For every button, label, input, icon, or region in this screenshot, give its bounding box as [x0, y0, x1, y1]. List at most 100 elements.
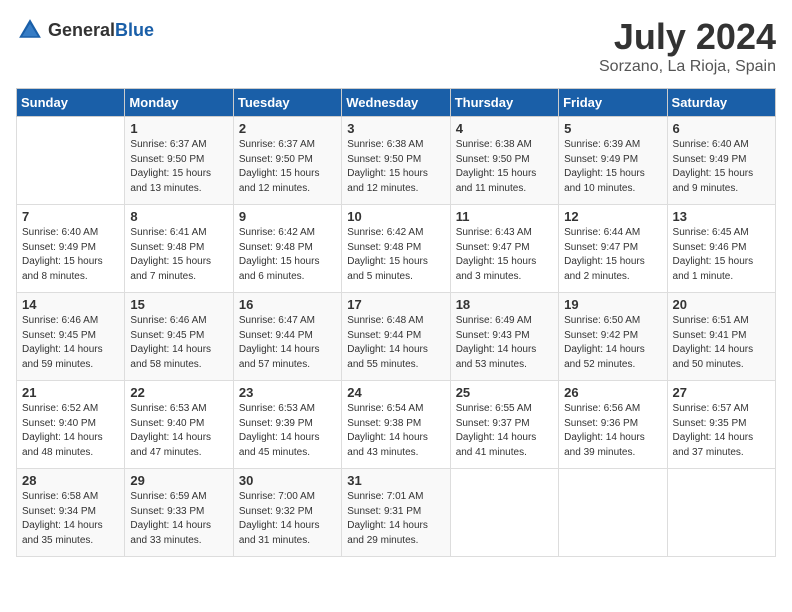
day-info: Sunrise: 6:56 AM Sunset: 9:36 PM Dayligh…	[564, 402, 661, 460]
calendar-cell	[559, 469, 667, 557]
logo-text-general: General	[48, 20, 115, 40]
day-info: Sunrise: 6:53 AM Sunset: 9:39 PM Dayligh…	[239, 402, 336, 460]
day-number: 11	[456, 209, 553, 224]
day-info: Sunrise: 6:41 AM Sunset: 9:48 PM Dayligh…	[130, 226, 227, 284]
day-info: Sunrise: 6:55 AM Sunset: 9:37 PM Dayligh…	[456, 402, 553, 460]
day-info: Sunrise: 6:52 AM Sunset: 9:40 PM Dayligh…	[22, 402, 119, 460]
calendar-cell	[450, 469, 558, 557]
day-info: Sunrise: 6:42 AM Sunset: 9:48 PM Dayligh…	[347, 226, 444, 284]
day-info: Sunrise: 6:50 AM Sunset: 9:42 PM Dayligh…	[564, 314, 661, 372]
day-number: 14	[22, 297, 119, 312]
calendar-cell: 14Sunrise: 6:46 AM Sunset: 9:45 PM Dayli…	[17, 293, 125, 381]
calendar-cell: 7 Sunrise: 6:40 AM Sunset: 9:49 PM Daylig…	[17, 205, 125, 293]
day-number: 2	[239, 121, 336, 136]
calendar-table: SundayMondayTuesdayWednesdayThursdayFrid…	[16, 88, 776, 557]
logo-icon	[16, 16, 44, 44]
day-info: Sunrise: 6:40 AM Sunset: 9:49 PM Dayligh…	[22, 226, 119, 284]
calendar-cell: 18 Sunrise: 6:49 AM Sunset: 9:43 PM Dayli…	[450, 293, 558, 381]
day-number: 23	[239, 385, 336, 400]
calendar-cell: 23 Sunrise: 6:53 AM Sunset: 9:39 PM Dayli…	[233, 381, 341, 469]
calendar-cell: 8Sunrise: 6:41 AM Sunset: 9:48 PM Daylig…	[125, 205, 233, 293]
day-info: Sunrise: 6:40 AM Sunset: 9:49 PM Dayligh…	[673, 138, 770, 196]
day-info: Sunrise: 6:37 AM Sunset: 9:50 PM Dayligh…	[239, 138, 336, 196]
calendar-cell	[667, 469, 775, 557]
day-number: 6	[673, 121, 770, 136]
day-header-monday: Monday	[125, 89, 233, 117]
day-number: 28	[22, 473, 119, 488]
day-number: 26	[564, 385, 661, 400]
day-number: 21	[22, 385, 119, 400]
day-number: 19	[564, 297, 661, 312]
calendar-cell: 12 Sunrise: 6:44 AM Sunset: 9:47 PM Dayli…	[559, 205, 667, 293]
day-info: Sunrise: 7:00 AM Sunset: 9:32 PM Dayligh…	[239, 490, 336, 548]
day-header-wednesday: Wednesday	[342, 89, 450, 117]
day-header-tuesday: Tuesday	[233, 89, 341, 117]
calendar-cell: 29 Sunrise: 6:59 AM Sunset: 9:33 PM Dayli…	[125, 469, 233, 557]
day-info: Sunrise: 6:38 AM Sunset: 9:50 PM Dayligh…	[456, 138, 553, 196]
day-info: Sunrise: 6:54 AM Sunset: 9:38 PM Dayligh…	[347, 402, 444, 460]
week-row-3: 14 Sunrise: 6:46 AM Sunset: 9:45 PM Dayli…	[17, 293, 776, 381]
day-number: 27	[673, 385, 770, 400]
day-info: Sunrise: 7:01 AM Sunset: 9:31 PM Dayligh…	[347, 490, 444, 548]
day-number: 12	[564, 209, 661, 224]
week-row-2: 7 Sunrise: 6:40 AM Sunset: 9:49 PM Daylig…	[17, 205, 776, 293]
calendar-cell: 30 Sunrise: 7:00 AM Sunset: 9:32 PM Dayli…	[233, 469, 341, 557]
calendar-cell: 20 Sunrise: 6:51 AM Sunset: 9:41 PM Dayli…	[667, 293, 775, 381]
logo-text-blue: Blue	[115, 20, 154, 40]
header-row: SundayMondayTuesdayWednesdayThursdayFrid…	[17, 89, 776, 117]
logo: GeneralBlue	[16, 16, 154, 44]
day-number: 9	[239, 209, 336, 224]
day-info: Sunrise: 6:47 AM Sunset: 9:44 PM Dayligh…	[239, 314, 336, 372]
day-info: Sunrise: 6:44 AM Sunset: 9:47 PM Dayligh…	[564, 226, 661, 284]
day-number: 18	[456, 297, 553, 312]
day-header-sunday: Sunday	[17, 89, 125, 117]
day-number: 5	[564, 121, 661, 136]
day-info: Sunrise: 6:39 AM Sunset: 9:49 PM Dayligh…	[564, 138, 661, 196]
calendar-cell: 1Sunrise: 6:37 AM Sunset: 9:50 PM Daylig…	[125, 117, 233, 205]
day-number: 24	[347, 385, 444, 400]
calendar-cell: 10Sunrise: 6:42 AM Sunset: 9:48 PM Dayli…	[342, 205, 450, 293]
calendar-cell: 2 Sunrise: 6:37 AM Sunset: 9:50 PM Daylig…	[233, 117, 341, 205]
day-info: Sunrise: 6:57 AM Sunset: 9:35 PM Dayligh…	[673, 402, 770, 460]
calendar-cell: 4 Sunrise: 6:38 AM Sunset: 9:50 PM Daylig…	[450, 117, 558, 205]
day-info: Sunrise: 6:58 AM Sunset: 9:34 PM Dayligh…	[22, 490, 119, 548]
day-number: 20	[673, 297, 770, 312]
day-number: 3	[347, 121, 444, 136]
week-row-1: 1Sunrise: 6:37 AM Sunset: 9:50 PM Daylig…	[17, 117, 776, 205]
day-number: 15	[130, 297, 227, 312]
day-number: 16	[239, 297, 336, 312]
day-info: Sunrise: 6:59 AM Sunset: 9:33 PM Dayligh…	[130, 490, 227, 548]
day-info: Sunrise: 6:38 AM Sunset: 9:50 PM Dayligh…	[347, 138, 444, 196]
calendar-cell: 9Sunrise: 6:42 AM Sunset: 9:48 PM Daylig…	[233, 205, 341, 293]
day-number: 22	[130, 385, 227, 400]
calendar-cell: 15 Sunrise: 6:46 AM Sunset: 9:45 PM Dayli…	[125, 293, 233, 381]
calendar-cell: 17Sunrise: 6:48 AM Sunset: 9:44 PM Dayli…	[342, 293, 450, 381]
day-number: 29	[130, 473, 227, 488]
day-number: 30	[239, 473, 336, 488]
calendar-cell: 28 Sunrise: 6:58 AM Sunset: 9:34 PM Dayli…	[17, 469, 125, 557]
calendar-cell: 22Sunrise: 6:53 AM Sunset: 9:40 PM Dayli…	[125, 381, 233, 469]
title-block: July 2024 Sorzano, La Rioja, Spain	[599, 16, 776, 76]
day-number: 7	[22, 209, 119, 224]
day-header-friday: Friday	[559, 89, 667, 117]
calendar-cell: 25 Sunrise: 6:55 AM Sunset: 9:37 PM Dayli…	[450, 381, 558, 469]
calendar-cell: 5 Sunrise: 6:39 AM Sunset: 9:49 PM Daylig…	[559, 117, 667, 205]
day-info: Sunrise: 6:51 AM Sunset: 9:41 PM Dayligh…	[673, 314, 770, 372]
calendar-cell: 24 Sunrise: 6:54 AM Sunset: 9:38 PM Dayli…	[342, 381, 450, 469]
day-info: Sunrise: 6:49 AM Sunset: 9:43 PM Dayligh…	[456, 314, 553, 372]
calendar-cell: 21 Sunrise: 6:52 AM Sunset: 9:40 PM Dayli…	[17, 381, 125, 469]
month-year: July 2024	[599, 16, 776, 58]
calendar-cell: 3 Sunrise: 6:38 AM Sunset: 9:50 PM Daylig…	[342, 117, 450, 205]
day-info: Sunrise: 6:43 AM Sunset: 9:47 PM Dayligh…	[456, 226, 553, 284]
location: Sorzano, La Rioja, Spain	[599, 58, 776, 76]
day-info: Sunrise: 6:46 AM Sunset: 9:45 PM Dayligh…	[130, 314, 227, 372]
day-header-saturday: Saturday	[667, 89, 775, 117]
calendar-cell: 26 Sunrise: 6:56 AM Sunset: 9:36 PM Dayli…	[559, 381, 667, 469]
day-info: Sunrise: 6:45 AM Sunset: 9:46 PM Dayligh…	[673, 226, 770, 284]
calendar-cell: 13Sunrise: 6:45 AM Sunset: 9:46 PM Dayli…	[667, 205, 775, 293]
calendar-cell: 6 Sunrise: 6:40 AM Sunset: 9:49 PM Daylig…	[667, 117, 775, 205]
day-number: 25	[456, 385, 553, 400]
week-row-5: 28 Sunrise: 6:58 AM Sunset: 9:34 PM Dayli…	[17, 469, 776, 557]
day-number: 4	[456, 121, 553, 136]
calendar-cell: 19 Sunrise: 6:50 AM Sunset: 9:42 PM Dayli…	[559, 293, 667, 381]
